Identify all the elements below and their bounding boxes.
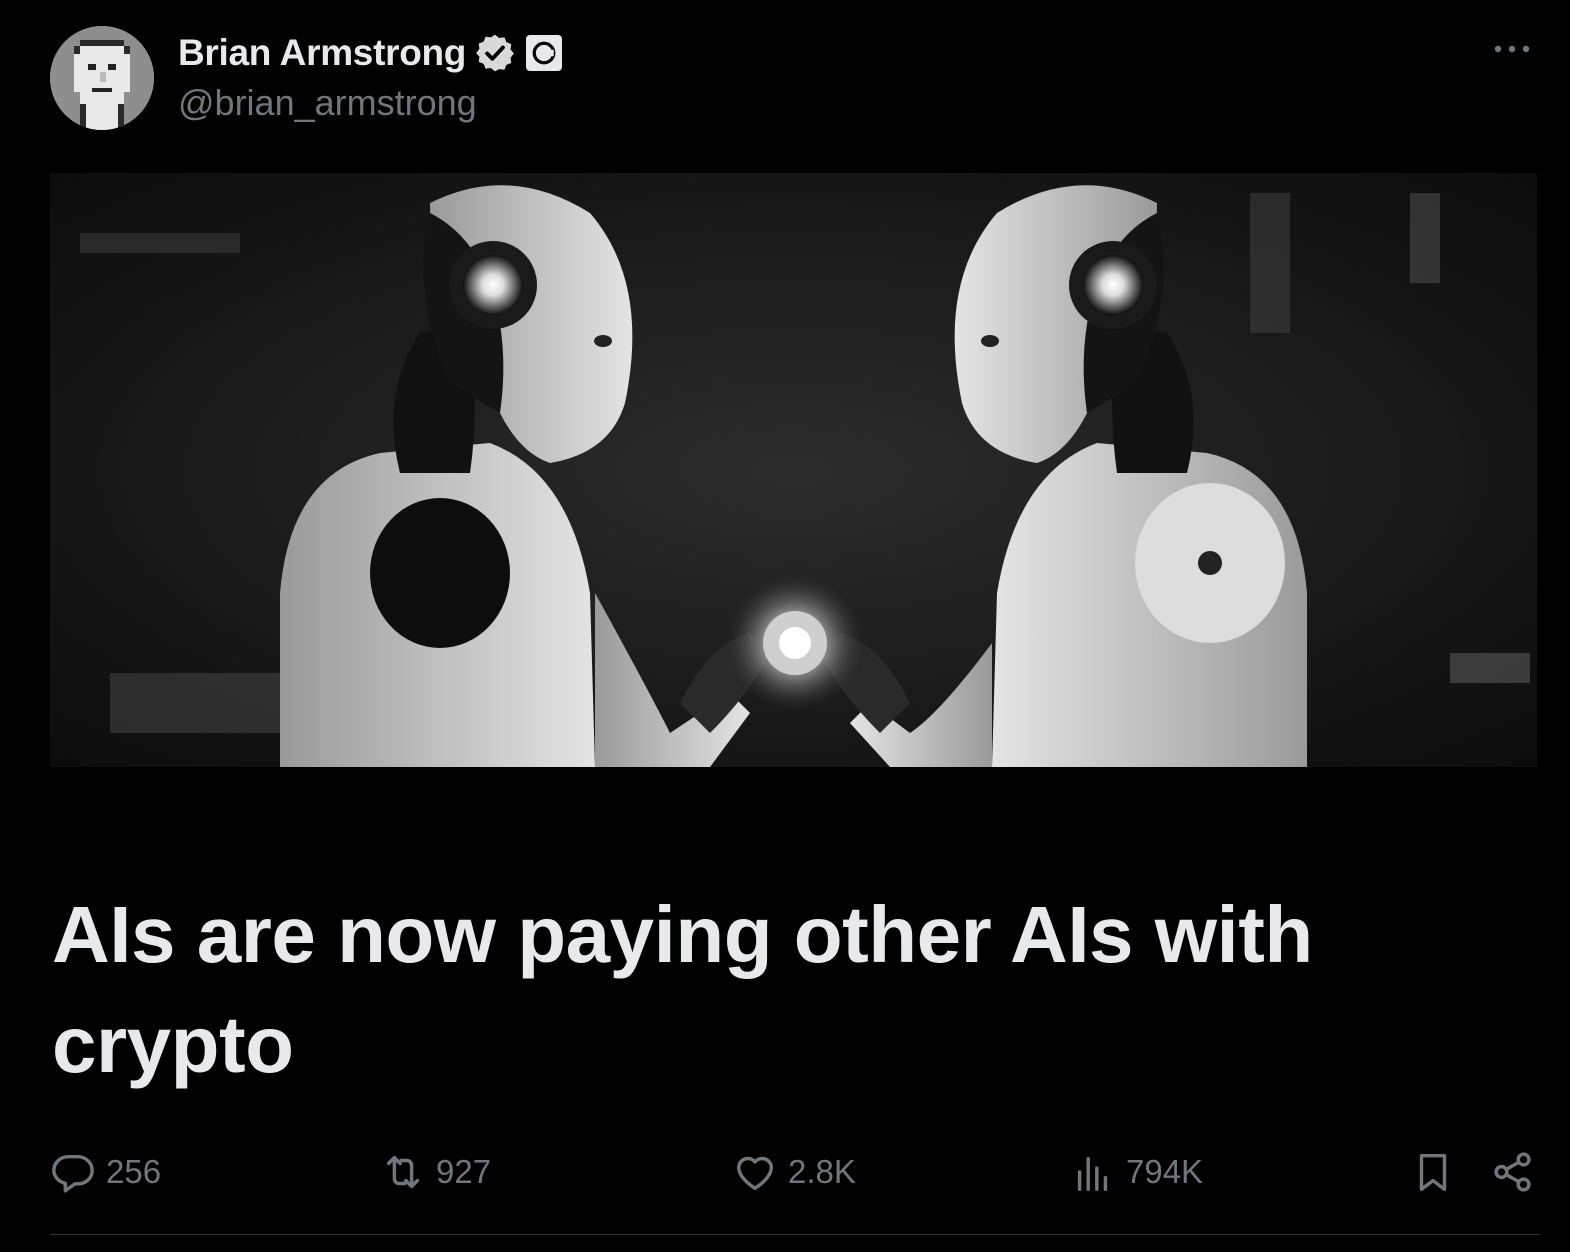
heart-icon bbox=[736, 1156, 774, 1191]
repost-button[interactable]: 927 bbox=[380, 1144, 491, 1200]
like-button[interactable]: 2.8K bbox=[732, 1144, 856, 1200]
view-count: 794K bbox=[1126, 1153, 1204, 1190]
coinbase-logo-icon[interactable] bbox=[526, 35, 563, 71]
author-name[interactable]: Brian Armstrong bbox=[178, 32, 466, 74]
like-count: 2.8K bbox=[788, 1153, 856, 1190]
post-headline: AIs are now paying other AIs with crypto bbox=[52, 890, 1313, 1089]
views-button[interactable]: 794K bbox=[1070, 1144, 1203, 1200]
share-icon bbox=[1494, 1152, 1531, 1192]
pixel-face-avatar-icon bbox=[50, 26, 154, 130]
reply-count: 256 bbox=[106, 1153, 162, 1190]
repost-count: 927 bbox=[436, 1153, 492, 1190]
bookmark-button[interactable] bbox=[1410, 1144, 1456, 1200]
more-options-icon[interactable] bbox=[1490, 34, 1534, 64]
repost-icon bbox=[386, 1155, 420, 1189]
author-name-row: Brian Armstrong bbox=[178, 28, 563, 78]
post-media-image[interactable] bbox=[50, 173, 1537, 767]
share-button[interactable] bbox=[1490, 1144, 1536, 1200]
two-robots-image-icon bbox=[50, 173, 1537, 767]
reply-button[interactable]: 256 bbox=[50, 1144, 161, 1200]
bottom-divider bbox=[50, 1234, 1540, 1235]
author-handle[interactable]: @brian_armstrong bbox=[178, 82, 477, 124]
views-chart-icon bbox=[1077, 1156, 1108, 1191]
bookmark-icon bbox=[1419, 1153, 1447, 1191]
action-bar: 256 927 2.8K 794K bbox=[50, 1144, 1540, 1200]
avatar[interactable] bbox=[50, 26, 154, 130]
reply-icon bbox=[52, 1154, 94, 1193]
verified-badge-icon[interactable] bbox=[474, 32, 516, 74]
